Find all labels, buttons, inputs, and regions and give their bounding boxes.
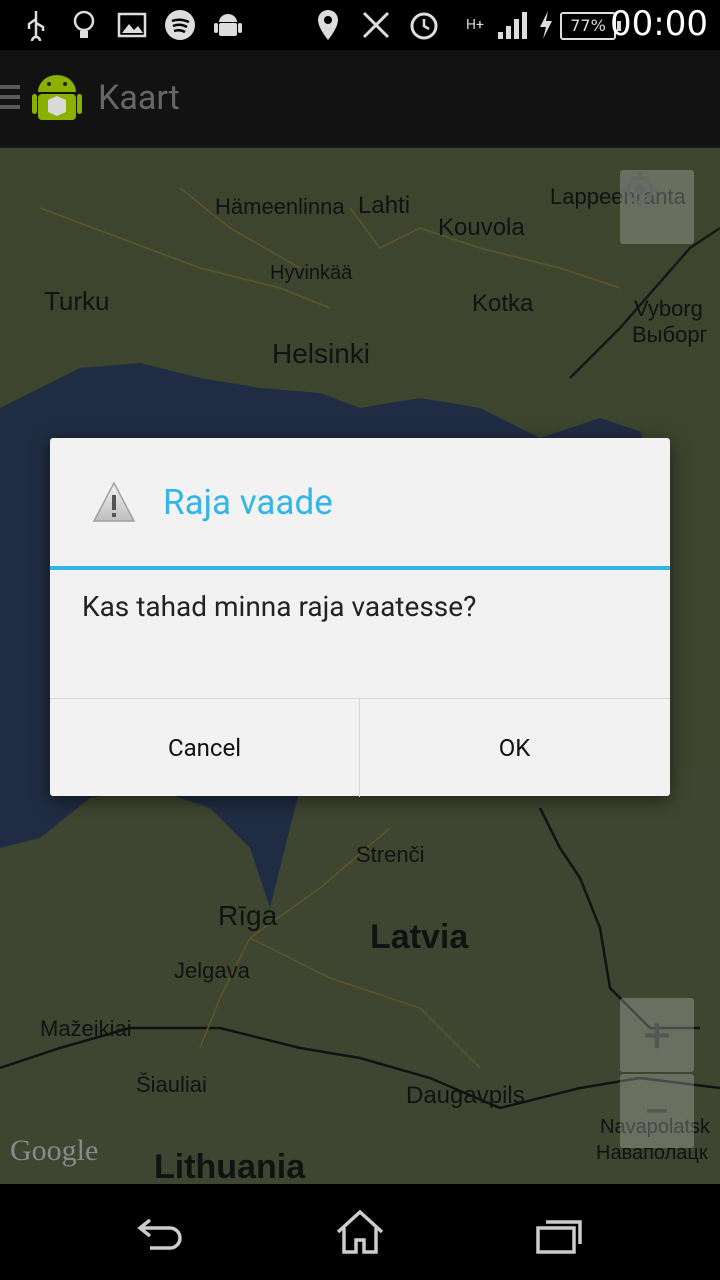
dialog-title-divider (50, 566, 670, 570)
lightbulb-icon (66, 8, 102, 42)
my-location-button[interactable] (620, 170, 694, 244)
status-bar: H+ 77% 00:00 (0, 0, 720, 50)
signal-icon (494, 8, 530, 42)
image-icon (114, 8, 150, 42)
action-bar: Kaart (0, 50, 720, 148)
location-icon (312, 8, 344, 42)
google-logo: Google (10, 1134, 99, 1167)
nav-drawer-icon[interactable] (0, 85, 20, 111)
dialog-message: Kas tahad minna raja vaatesse? (82, 590, 477, 623)
usb-icon (18, 8, 54, 42)
dialog-title: Raja vaade (163, 482, 333, 523)
battery-icon: 77% (560, 12, 621, 40)
recent-apps-button[interactable] (530, 1202, 590, 1262)
navigation-bar (0, 1184, 720, 1280)
home-button[interactable] (330, 1202, 390, 1262)
app-title: Kaart (98, 78, 180, 118)
app-logo-icon[interactable] (32, 70, 82, 126)
back-button[interactable] (130, 1202, 190, 1262)
zoom-in-button[interactable]: + (620, 998, 694, 1072)
dialog-button-bar: Cancel OK (50, 698, 670, 797)
zoom-out-button[interactable]: − (620, 1074, 694, 1148)
charging-icon (536, 8, 556, 42)
cancel-button[interactable]: Cancel (50, 699, 359, 797)
status-time: 00:00 (610, 4, 708, 44)
network-type: H+ (466, 17, 484, 33)
ok-button[interactable]: OK (360, 699, 669, 797)
nfc-icon (358, 8, 394, 42)
alert-dialog: Raja vaade Kas tahad minna raja vaatesse… (50, 438, 670, 797)
crosshair-icon (622, 172, 658, 208)
alarm-icon (406, 8, 442, 42)
android-icon (210, 8, 246, 42)
warning-icon (92, 480, 136, 524)
home-icon (336, 1209, 384, 1254)
dialog-header: Raja vaade (50, 438, 670, 566)
spotify-icon (162, 8, 198, 42)
back-icon (137, 1218, 182, 1250)
recent-apps-icon (536, 1220, 582, 1254)
